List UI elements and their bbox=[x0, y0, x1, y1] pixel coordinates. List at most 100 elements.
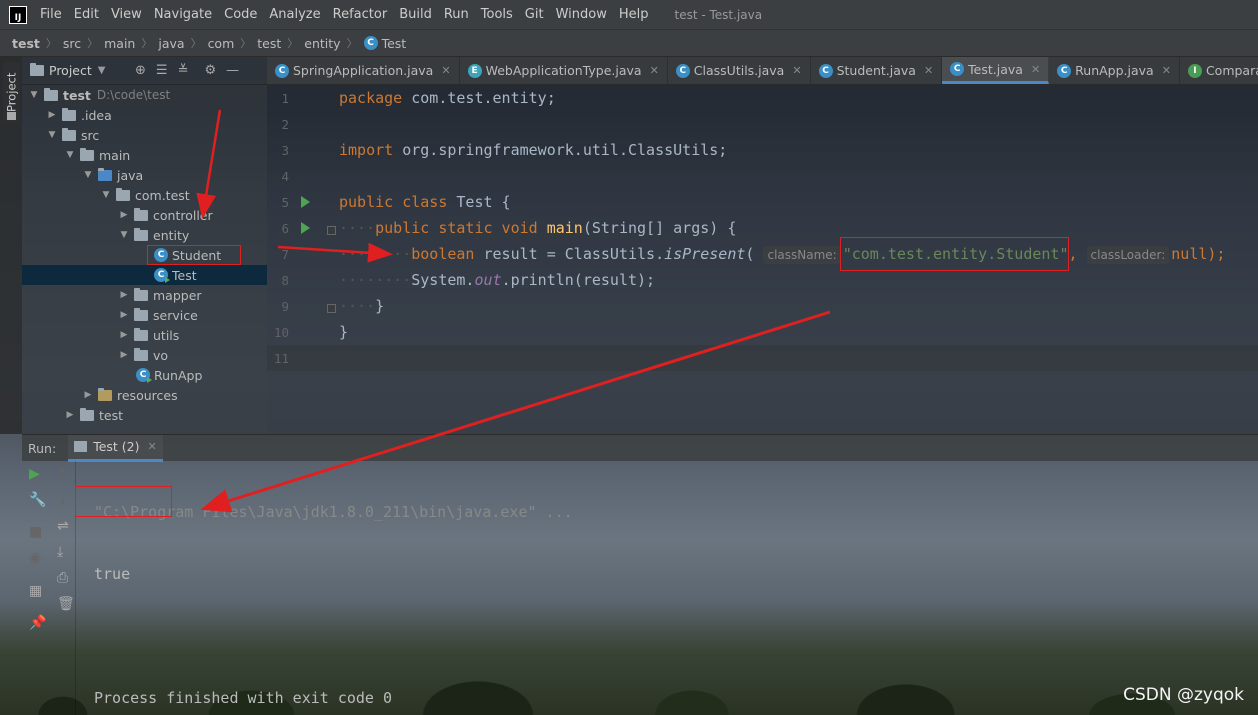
run-gutter-icon[interactable] bbox=[301, 222, 310, 234]
breadcrumb-src[interactable]: src bbox=[63, 36, 81, 51]
stop-icon[interactable]: ■ bbox=[29, 524, 42, 540]
tab-student[interactable]: C Student.java ✕ bbox=[811, 57, 943, 84]
collapse-all-icon[interactable]: ≚ bbox=[178, 63, 189, 78]
tab-spring-application[interactable]: C SpringApplication.java ✕ bbox=[267, 57, 460, 84]
tree-item-resources[interactable]: ▶ resources bbox=[22, 385, 267, 405]
tab-web-application-type[interactable]: E WebApplicationType.java ✕ bbox=[460, 57, 668, 84]
menu-view[interactable]: View bbox=[105, 7, 148, 22]
tab-label: Student.java bbox=[836, 63, 916, 78]
arrow-down-icon[interactable]: ↓ bbox=[57, 492, 69, 508]
close-icon[interactable]: ✕ bbox=[441, 64, 450, 77]
pin-icon[interactable]: 📌 bbox=[29, 615, 46, 631]
locate-icon[interactable]: ⊕ bbox=[135, 63, 146, 78]
code-editor[interactable]: 1 2 3 4 5 6 7 8 9 10 11 package com.test… bbox=[267, 85, 1258, 434]
breadcrumb-main[interactable]: main bbox=[104, 36, 135, 51]
chevron-down-icon[interactable]: ▼ bbox=[100, 190, 112, 200]
chevron-right-icon[interactable]: ▶ bbox=[118, 310, 130, 320]
breadcrumb-project[interactable]: test bbox=[12, 36, 40, 51]
gear-icon[interactable]: ⚙ bbox=[204, 63, 216, 78]
chevron-down-icon[interactable]: ▼ bbox=[64, 150, 76, 160]
close-icon[interactable]: ✕ bbox=[650, 64, 659, 77]
code-text: , bbox=[1068, 245, 1078, 263]
editor-gutter: 1 2 3 4 5 6 7 8 9 10 11 bbox=[267, 85, 336, 434]
menu-code[interactable]: Code bbox=[218, 7, 263, 22]
code-line-3: import org.springframework.util.ClassUti… bbox=[339, 137, 727, 163]
menu-run[interactable]: Run bbox=[438, 7, 475, 22]
menu-analyze[interactable]: Analyze bbox=[263, 7, 326, 22]
chevron-down-icon[interactable]: ▼ bbox=[46, 130, 58, 140]
camera-icon[interactable]: ◉ bbox=[29, 550, 41, 566]
chevron-down-icon[interactable]: ▼ bbox=[28, 90, 40, 100]
chevron-right-icon[interactable]: ▶ bbox=[118, 290, 130, 300]
chevron-right-icon[interactable]: ▶ bbox=[118, 330, 130, 340]
chevron-down-icon[interactable]: ▼ bbox=[98, 65, 106, 76]
menu-navigate[interactable]: Navigate bbox=[148, 7, 218, 22]
print-icon[interactable]: ⎙ bbox=[57, 570, 68, 586]
close-icon[interactable]: ✕ bbox=[1031, 63, 1040, 76]
scroll-to-end-icon[interactable]: ⤓ bbox=[57, 544, 63, 560]
breadcrumb: test 〉 src 〉 main 〉 java 〉 com 〉 test 〉 entity… bbox=[0, 29, 1258, 57]
tree-item-controller[interactable]: ▶ controller bbox=[22, 205, 267, 225]
layout-icon[interactable]: ▦ bbox=[29, 583, 42, 599]
chevron-right-icon[interactable]: ▶ bbox=[82, 390, 94, 400]
close-icon[interactable]: ✕ bbox=[924, 64, 933, 77]
breadcrumb-com[interactable]: com bbox=[208, 36, 235, 51]
run-gutter-icon[interactable] bbox=[301, 196, 310, 208]
fold-icon[interactable] bbox=[327, 226, 336, 235]
chevron-right-icon[interactable]: ▶ bbox=[118, 210, 130, 220]
tree-item-service[interactable]: ▶ service bbox=[22, 305, 267, 325]
wrench-icon[interactable]: 🔧 bbox=[29, 492, 46, 508]
tree-item-runapp[interactable]: C RunApp bbox=[22, 365, 267, 385]
trash-icon[interactable]: 🗑 bbox=[57, 596, 75, 612]
expand-all-icon[interactable]: ☰ bbox=[156, 63, 168, 78]
tree-item-com-test[interactable]: ▼ com.test bbox=[22, 185, 267, 205]
chevron-down-icon[interactable]: ▼ bbox=[82, 170, 94, 180]
menu-refactor[interactable]: Refactor bbox=[327, 7, 394, 22]
close-icon[interactable]: ✕ bbox=[147, 440, 156, 453]
hide-panel-icon[interactable]: — bbox=[226, 63, 239, 78]
tab-comparator[interactable]: IComparator.class bbox=[1180, 57, 1258, 84]
chevron-down-icon[interactable]: ▼ bbox=[118, 230, 130, 240]
arrow-up-icon[interactable]: ↑ bbox=[57, 466, 69, 482]
menu-tools[interactable]: Tools bbox=[475, 7, 519, 22]
project-view-selector[interactable]: Project bbox=[49, 63, 92, 78]
tree-item-idea[interactable]: ▶ .idea bbox=[22, 105, 267, 125]
tab-run-app[interactable]: C RunApp.java ✕ bbox=[1049, 57, 1180, 84]
tree-item-root[interactable]: ▼ test D:\code\test bbox=[22, 85, 267, 105]
tree-item-entity[interactable]: ▼ entity bbox=[22, 225, 267, 245]
tree-item-java[interactable]: ▼ java bbox=[22, 165, 267, 185]
breadcrumb-test-class[interactable]: Test bbox=[382, 36, 407, 51]
tree-item-vo[interactable]: ▶ vo bbox=[22, 345, 267, 365]
menu-window[interactable]: Window bbox=[550, 7, 613, 22]
tree-item-utils[interactable]: ▶ utils bbox=[22, 325, 267, 345]
tree-item-test-class[interactable]: C Test bbox=[22, 265, 267, 285]
chevron-right-icon[interactable]: ▶ bbox=[46, 110, 58, 120]
run-tab-test[interactable]: Test (2) ✕ bbox=[68, 434, 163, 462]
run-panel-header: Run: Test (2) ✕ bbox=[22, 434, 1258, 462]
tab-test[interactable]: C Test.java ✕ bbox=[942, 57, 1050, 84]
close-icon[interactable]: ✕ bbox=[1162, 64, 1171, 77]
fold-icon[interactable] bbox=[327, 304, 336, 313]
tree-item-main[interactable]: ▼ main bbox=[22, 145, 267, 165]
menu-build[interactable]: Build bbox=[393, 7, 438, 22]
menu-file[interactable]: File bbox=[34, 7, 68, 22]
tree-item-src[interactable]: ▼ src bbox=[22, 125, 267, 145]
chevron-right-icon[interactable]: ▶ bbox=[64, 410, 76, 420]
tree-item-test-dir[interactable]: ▶ test bbox=[22, 405, 267, 425]
close-icon[interactable]: ✕ bbox=[792, 64, 801, 77]
chevron-right-icon[interactable]: ▶ bbox=[118, 350, 130, 360]
menu-help[interactable]: Help bbox=[613, 7, 655, 22]
breadcrumb-entity[interactable]: entity bbox=[304, 36, 340, 51]
parameter-hint: className: bbox=[763, 246, 841, 264]
menu-edit[interactable]: Edit bbox=[68, 7, 105, 22]
breadcrumb-java[interactable]: java bbox=[158, 36, 184, 51]
tab-class-utils[interactable]: C ClassUtils.java ✕ bbox=[668, 57, 811, 84]
soft-wrap-icon[interactable]: ⇌ bbox=[57, 518, 69, 534]
tab-label: WebApplicationType.java bbox=[485, 63, 642, 78]
rerun-icon[interactable]: ▶ bbox=[29, 466, 40, 482]
line-number: 11 bbox=[273, 351, 289, 366]
enum-icon: E bbox=[467, 63, 482, 78]
menu-git[interactable]: Git bbox=[519, 7, 550, 22]
tree-item-mapper[interactable]: ▶ mapper bbox=[22, 285, 267, 305]
breadcrumb-test-package[interactable]: test bbox=[257, 36, 281, 51]
